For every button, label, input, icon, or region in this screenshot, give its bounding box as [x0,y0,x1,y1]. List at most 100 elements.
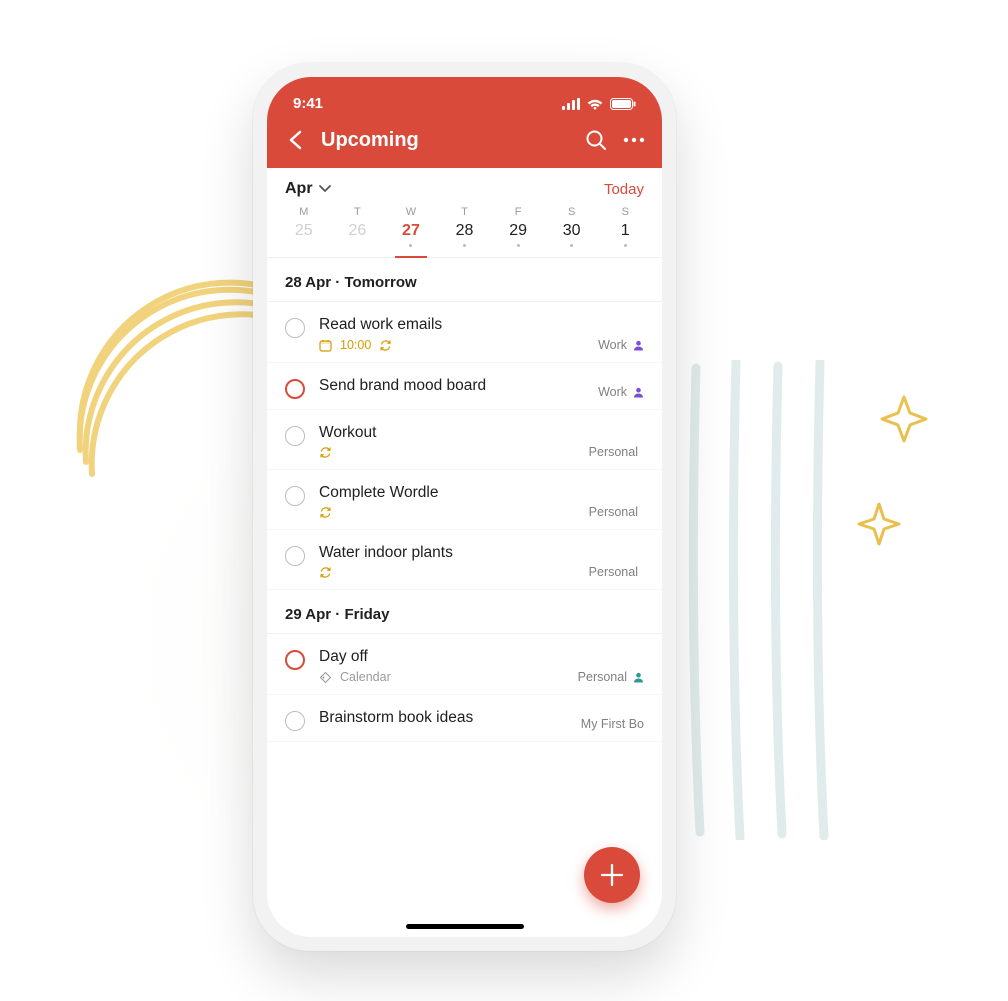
task-checkbox[interactable] [285,650,305,670]
task-row[interactable]: Day offCalendarPersonal [267,634,662,695]
week-day-dot [517,244,520,247]
task-project: My First Bo [581,717,644,731]
task-name: Water indoor plants [319,544,644,562]
task-row[interactable]: Brainstorm book ideasMy First Bo [267,695,662,742]
signal-icon [562,98,580,110]
project-name: My First Bo [581,717,644,731]
task-row[interactable]: Complete Wordle Personal [267,470,662,530]
tag-icon [319,671,332,684]
task-checkbox[interactable] [285,318,305,338]
battery-icon [610,98,636,110]
week-day-label: T [331,206,385,218]
phone-screen: 9:41 Upcoming [267,77,662,937]
week-day-label: S [598,206,652,218]
project-icon [633,340,644,351]
task-name: Day off [319,648,644,666]
task-checkbox[interactable] [285,426,305,446]
decorative-sparkle-icon [855,500,903,548]
week-day-number: 27 [384,222,438,240]
task-checkbox[interactable] [285,486,305,506]
home-indicator [406,924,524,929]
week-day-dot [570,244,573,247]
week-day-number: 28 [438,222,492,240]
week-day-label: S [545,206,599,218]
today-button[interactable]: Today [604,181,644,198]
task-body: Send brand mood board [319,377,644,399]
phone-notch [381,77,549,107]
week-day-label: T [438,206,492,218]
week-day-dot [409,244,412,247]
task-checkbox[interactable] [285,379,305,399]
task-meta: 10:00 [319,338,644,352]
week-day[interactable]: M 25 [277,206,331,257]
week-day-label: F [491,206,545,218]
week-strip: M25T26W27T28F29S30S1 [267,204,662,258]
week-day-dot [463,244,466,247]
wifi-icon [586,98,604,110]
page-title: Upcoming [321,129,570,152]
recurring-icon [319,566,332,579]
task-project: Work [598,338,644,352]
task-name: Send brand mood board [319,377,644,395]
recurring-icon [319,506,332,519]
week-day-dot [624,244,627,247]
week-day[interactable]: F 29 [491,206,545,257]
task-checkbox[interactable] [285,711,305,731]
month-label: Apr [285,180,313,198]
week-day-number: 30 [545,222,599,240]
more-button[interactable] [622,128,646,152]
week-day-number: 25 [277,222,331,240]
month-row: Apr Today [267,168,662,204]
week-day-label: W [384,206,438,218]
task-body: Read work emails 10:00 [319,316,644,352]
recurring-icon [319,446,332,459]
decorative-sparkle-icon [880,395,928,443]
status-time: 9:41 [293,95,323,112]
phone-device-frame: 9:41 Upcoming [253,63,676,951]
week-day[interactable]: S1 [598,206,652,257]
calendar-icon [319,339,332,352]
project-name: Personal [589,505,638,519]
task-row[interactable]: Workout Personal [267,410,662,470]
section-header: 28 Apr · Tomorrow [267,258,662,302]
week-day[interactable]: W 27 [384,206,438,257]
project-icon [633,387,644,398]
task-project: Work [598,385,644,399]
task-project: Personal [589,565,644,579]
task-project: Personal [589,445,644,459]
week-day[interactable]: S 30 [545,206,599,257]
week-day-number: 29 [491,222,545,240]
week-day-number: 1 [598,222,652,240]
task-row[interactable]: Read work emails 10:00 Work [267,302,662,363]
chevron-down-icon [319,185,331,193]
recurring-icon [379,339,392,352]
task-project: Personal [578,670,644,684]
task-row[interactable]: Water indoor plants Personal [267,530,662,590]
section-header: 29 Apr · Friday [267,590,662,634]
project-name: Personal [578,670,627,684]
week-day[interactable]: T 26 [331,206,385,257]
task-checkbox[interactable] [285,546,305,566]
project-icon [633,672,644,683]
project-name: Personal [589,445,638,459]
task-project: Personal [589,505,644,519]
task-list[interactable]: 28 Apr · Tomorrow Read work emails 10:00 Wo… [267,258,662,937]
task-name: Workout [319,424,644,442]
week-day-label: M [277,206,331,218]
project-name: Work [598,385,627,399]
task-time: 10:00 [340,338,371,352]
task-name: Read work emails [319,316,644,334]
week-day[interactable]: T 28 [438,206,492,257]
week-day-number: 26 [331,222,385,240]
app-header: Upcoming [267,118,662,168]
add-task-fab[interactable] [584,847,640,903]
back-button[interactable] [283,128,307,152]
month-picker[interactable]: Apr [285,180,331,198]
plus-icon [599,862,625,888]
task-row[interactable]: Send brand mood boardWork [267,363,662,410]
project-name: Personal [589,565,638,579]
search-button[interactable] [584,128,608,152]
project-name: Work [598,338,627,352]
decorative-teal-lines [678,360,848,840]
task-name: Complete Wordle [319,484,644,502]
